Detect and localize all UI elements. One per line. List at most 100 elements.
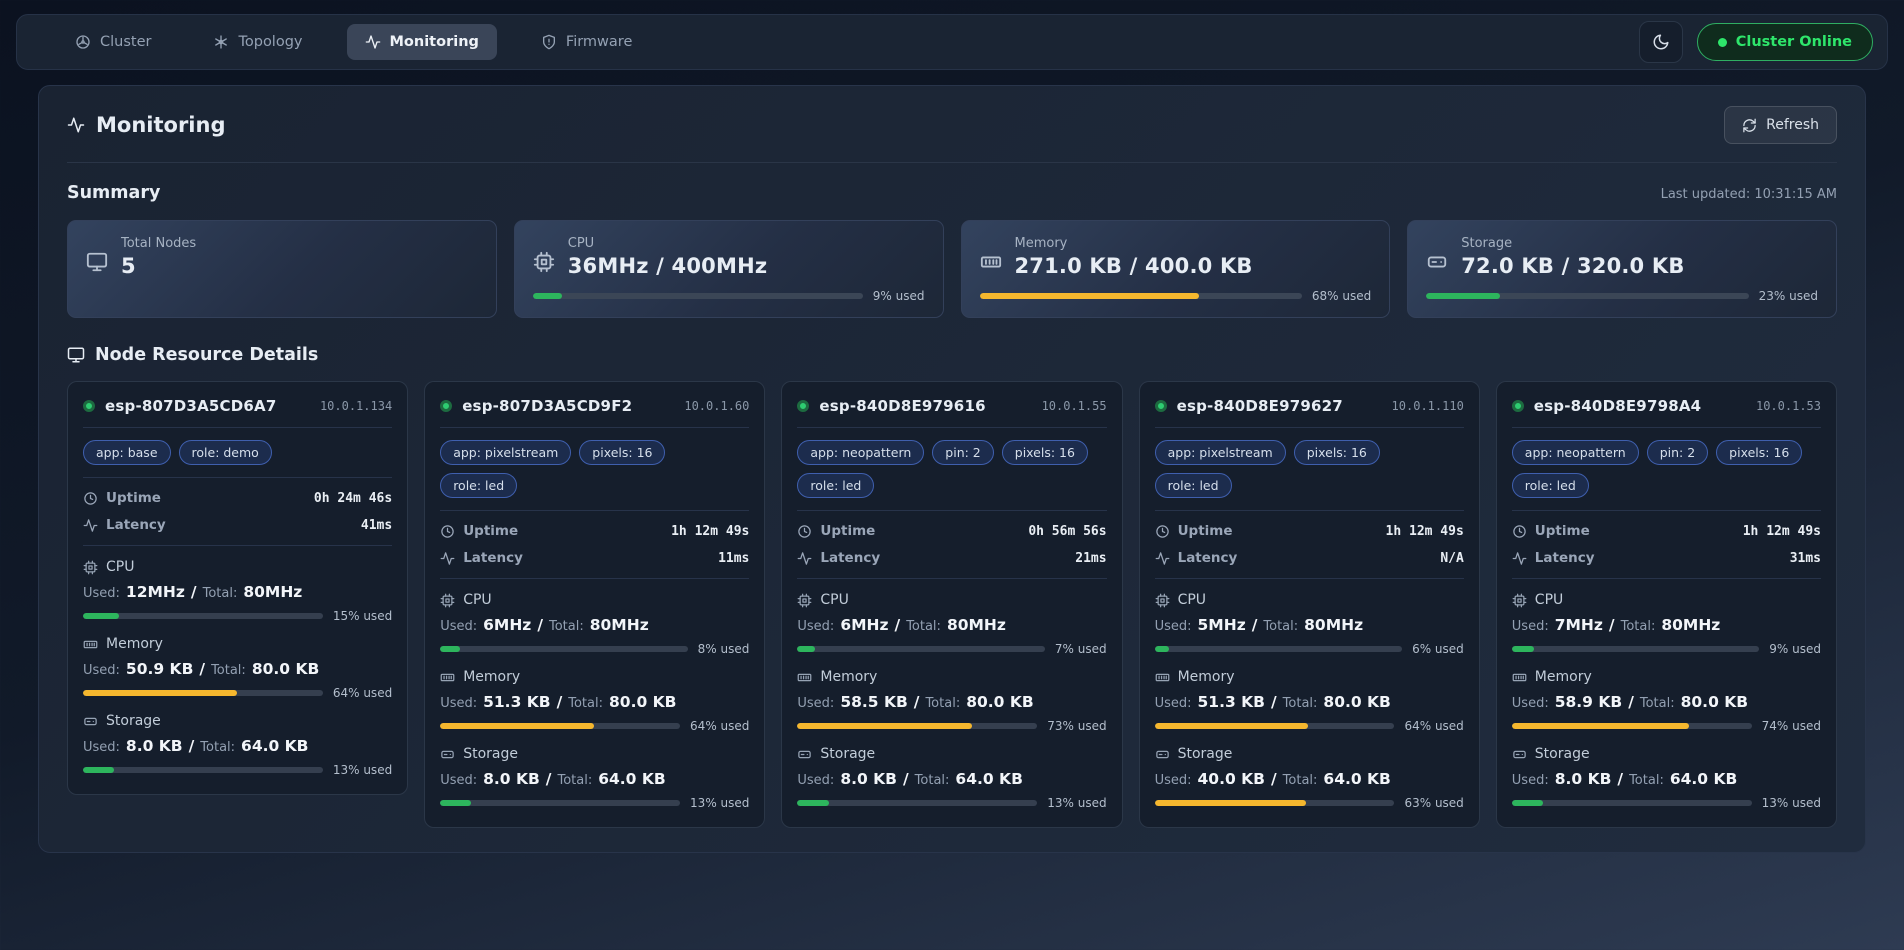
refresh-button[interactable]: Refresh (1724, 106, 1837, 144)
storage-icon (83, 714, 98, 729)
progress-bar (83, 690, 323, 696)
percent-used: 74% used (1762, 719, 1821, 733)
refresh-label: Refresh (1766, 117, 1819, 133)
tab-label: Monitoring (390, 34, 479, 50)
node-status-dot-icon (1512, 400, 1524, 412)
separator: / (1617, 770, 1623, 788)
node-tag: pixels: 16 (1294, 440, 1380, 465)
node-tag: app: pixelstream (440, 440, 571, 465)
cpu-icon (533, 251, 555, 273)
separator: / (1609, 616, 1615, 634)
summary-header: Summary Last updated: 10:31:15 AM (67, 183, 1837, 203)
node-tags: app: baserole: demo (83, 440, 392, 465)
total-value: 64.0 KB (1323, 770, 1390, 788)
separator: / (1271, 770, 1277, 788)
summary-card-total-nodes: Total Nodes 5 (67, 220, 497, 318)
node-ip: 10.0.1.134 (320, 399, 392, 413)
percent-used: 6% used (1412, 642, 1464, 656)
used-label: Used: (1512, 619, 1549, 634)
total-value: 80.0 KB (1681, 693, 1748, 711)
percent-used: 64% used (1404, 719, 1463, 733)
cpu-icon (1155, 593, 1170, 608)
progress-bar (1155, 800, 1395, 806)
used-label: Used: (83, 586, 120, 601)
tab-cluster[interactable]: Cluster (57, 24, 169, 60)
separator: / (189, 737, 195, 755)
latency-row: Latency N/A (1155, 550, 1464, 566)
nav-right: Cluster Online (1639, 21, 1873, 63)
used-value: 40.0 KB (1198, 770, 1265, 788)
cpu-icon (440, 593, 455, 608)
used-label: Used: (797, 696, 834, 711)
clock-icon (1155, 524, 1170, 539)
progress-bar (1512, 723, 1752, 729)
total-label: Total: (568, 696, 603, 711)
card-label: Memory (1015, 236, 1253, 251)
separator: / (537, 616, 543, 634)
card-label: CPU (568, 236, 768, 251)
page-title: Monitoring (67, 113, 225, 137)
separator: / (1271, 693, 1277, 711)
total-label: Total: (211, 663, 246, 678)
node-tag: app: neopattern (797, 440, 924, 465)
memory-icon (83, 637, 98, 652)
node-ip: 10.0.1.110 (1392, 399, 1464, 413)
storage-metric: Storage Used: 8.0 KB / Total: 64.0 KB 13… (440, 746, 749, 810)
node-tags: app: pixelstreampixels: 16role: led (1155, 440, 1464, 498)
uptime-value: 1h 12m 49s (1743, 524, 1821, 539)
percent-used: 9% used (1769, 642, 1821, 656)
tab-firmware[interactable]: Firmware (523, 24, 650, 60)
node-card: esp-807D3A5CD9F2 10.0.1.60 app: pixelstr… (424, 381, 765, 828)
uptime-row: Uptime 0h 56m 56s (797, 523, 1106, 539)
tab-topology[interactable]: Topology (195, 24, 320, 60)
card-label: Storage (1461, 236, 1684, 251)
latency-label: Latency (1535, 550, 1595, 566)
percent-used: 64% used (690, 719, 749, 733)
total-value: 80MHz (243, 583, 302, 601)
last-updated: Last updated: 10:31:15 AM (1661, 187, 1837, 202)
metric-label: Memory (1535, 669, 1592, 685)
activity-icon (797, 551, 812, 566)
activity-icon (67, 116, 85, 134)
theme-toggle-button[interactable] (1639, 21, 1683, 63)
tab-monitoring[interactable]: Monitoring (347, 24, 497, 60)
storage-icon (1426, 251, 1448, 273)
cpu-metric: CPU Used: 6MHz / Total: 80MHz 8% used (440, 592, 749, 656)
total-value: 80MHz (590, 616, 649, 634)
summary-heading: Summary (67, 183, 160, 203)
node-tag: pixels: 16 (579, 440, 665, 465)
shield-icon (541, 34, 557, 50)
activity-icon (365, 34, 381, 50)
latency-value: 11ms (718, 551, 749, 566)
node-tag: role: demo (179, 440, 272, 465)
node-card-header: esp-807D3A5CD6A7 10.0.1.134 (83, 397, 392, 415)
latency-value: 41ms (361, 518, 392, 533)
node-name: esp-840D8E979627 (1177, 397, 1343, 415)
metric-label: Storage (463, 746, 518, 762)
used-value: 5MHz (1198, 616, 1246, 634)
memory-metric: Memory Used: 58.5 KB / Total: 80.0 KB 73… (797, 669, 1106, 733)
progress-bar (533, 293, 863, 299)
uptime-value: 1h 12m 49s (671, 524, 749, 539)
progress-bar (1512, 646, 1759, 652)
node-details-heading-text: Node Resource Details (95, 345, 318, 365)
total-value: 64.0 KB (241, 737, 308, 755)
total-label: Total: (915, 773, 950, 788)
storage-metric: Storage Used: 8.0 KB / Total: 64.0 KB 13… (797, 746, 1106, 810)
metric-label: Memory (106, 636, 163, 652)
used-value: 58.9 KB (1555, 693, 1622, 711)
cluster-icon (75, 34, 91, 50)
node-tag: app: pixelstream (1155, 440, 1286, 465)
total-label: Total: (549, 619, 584, 634)
progress-bar (980, 293, 1302, 299)
progress-bar (797, 723, 1037, 729)
latency-value: 21ms (1075, 551, 1106, 566)
latency-label: Latency (820, 550, 880, 566)
node-ip: 10.0.1.53 (1756, 399, 1821, 413)
percent-used: 13% used (1762, 796, 1821, 810)
tab-label: Cluster (100, 34, 151, 50)
node-card-header: esp-840D8E9798A4 10.0.1.53 (1512, 397, 1821, 415)
used-value: 8.0 KB (840, 770, 897, 788)
separator: / (1628, 693, 1634, 711)
node-tag: role: led (1512, 473, 1589, 498)
